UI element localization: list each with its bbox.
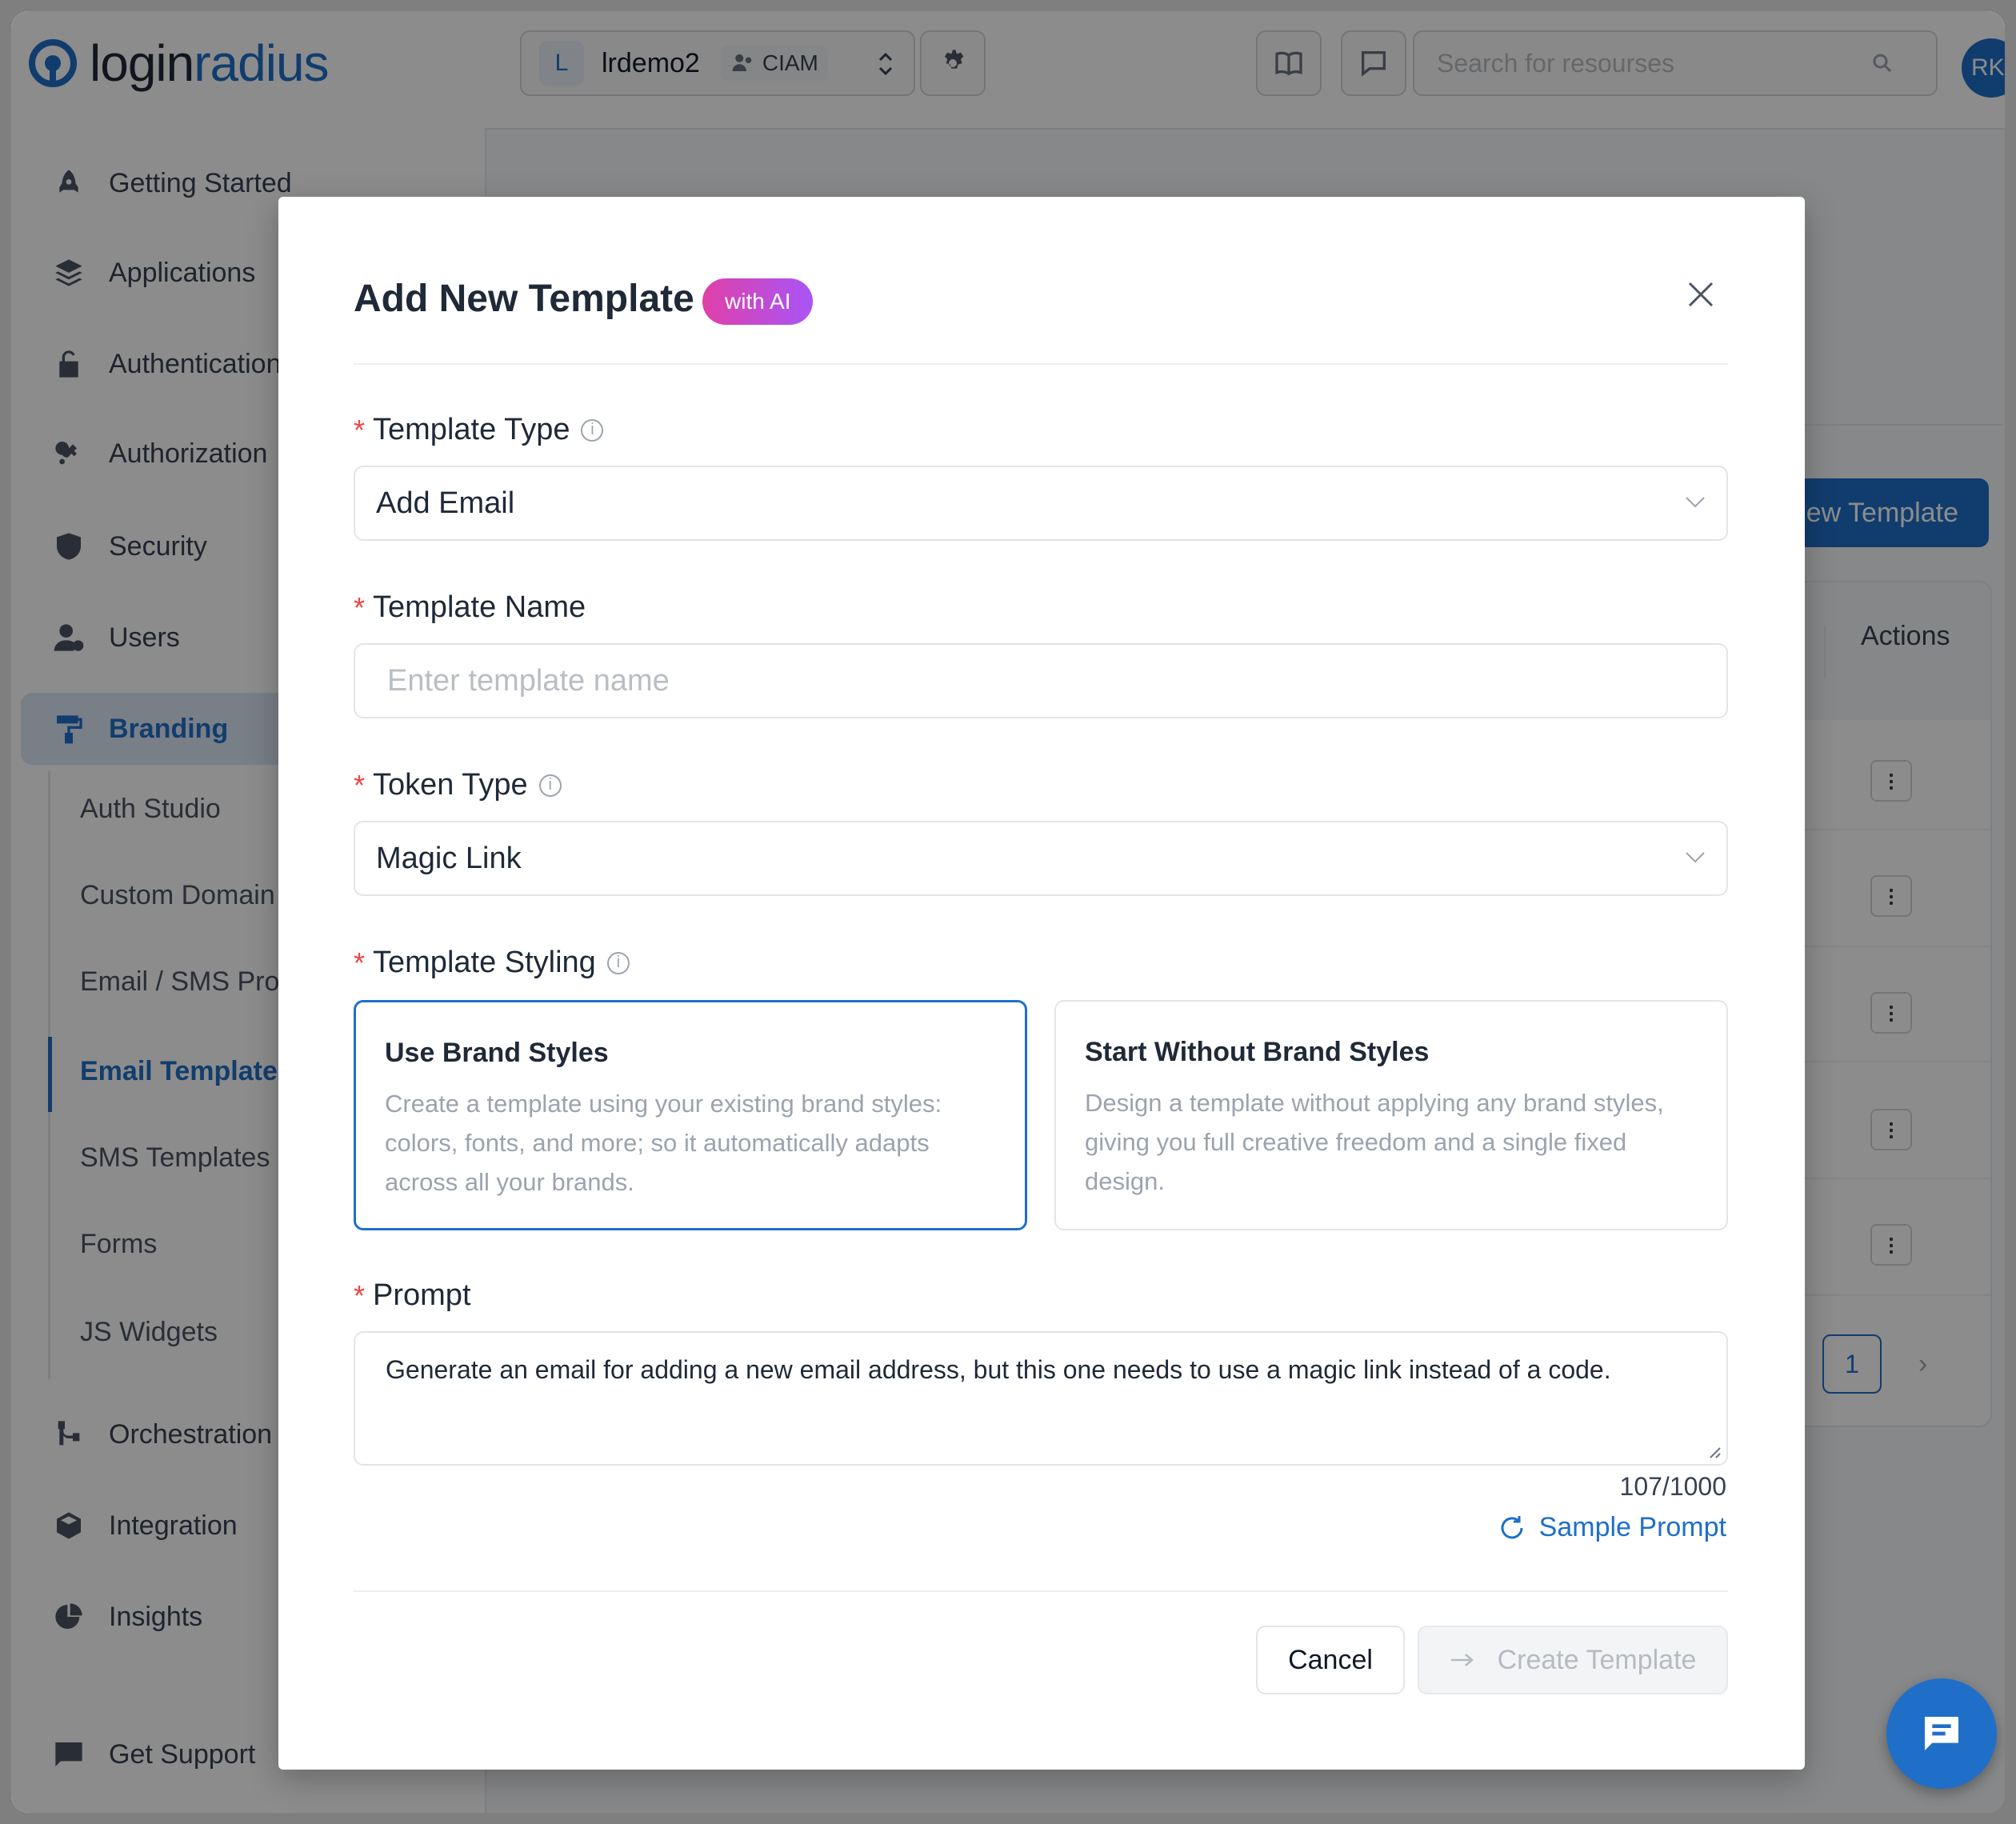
chat-button[interactable] <box>1886 1678 1997 1789</box>
prompt-label: * Prompt <box>354 1278 471 1312</box>
required-mark: * <box>354 768 366 802</box>
create-template-button[interactable]: Create Template <box>1418 1626 1728 1694</box>
template-type-select[interactable]: Add Email <box>354 466 1728 541</box>
info-icon[interactable]: i <box>538 774 562 797</box>
template-name-label: * Template Name <box>354 590 586 624</box>
resize-handle-icon[interactable] <box>1704 1442 1722 1459</box>
required-mark: * <box>354 1278 366 1312</box>
ai-badge: with AI <box>702 278 814 325</box>
close-icon <box>1688 282 1714 307</box>
chat-icon <box>1925 1717 1958 1750</box>
option-title: Use Brand Styles <box>385 1038 609 1068</box>
modal-title: Add New Template <box>354 278 694 320</box>
cancel-button[interactable]: Cancel <box>1256 1626 1405 1694</box>
info-icon[interactable]: i <box>606 951 630 974</box>
arrow-right-icon <box>1450 1654 1474 1666</box>
option-description: Create a template using your existing br… <box>385 1090 942 1196</box>
use-brand-styles-option[interactable]: Use Brand Styles Create a template using… <box>354 1000 1027 1230</box>
required-mark: * <box>354 590 366 624</box>
sample-prompt-link[interactable]: Sample Prompt <box>1498 1512 1726 1543</box>
token-type-label: * Token Type i <box>354 768 562 802</box>
prompt-textarea[interactable]: Generate an email for adding a new email… <box>354 1331 1728 1466</box>
header-divider <box>354 363 1728 365</box>
option-title: Start Without Brand Styles <box>1085 1037 1430 1067</box>
template-name-input[interactable] <box>386 662 1696 699</box>
app-window: loginradius Getting Started Applications… <box>11 11 2005 1813</box>
start-without-brand-styles-option[interactable]: Start Without Brand Styles Design a temp… <box>1054 1000 1728 1230</box>
close-button[interactable] <box>1683 277 1718 312</box>
refresh-icon <box>1501 1515 1523 1538</box>
template-type-value: Add Email <box>376 486 515 520</box>
chevron-down-icon <box>1685 851 1706 864</box>
footer-divider <box>354 1590 1728 1592</box>
info-icon[interactable]: i <box>581 418 604 442</box>
template-styling-label: * Template Styling i <box>354 946 630 980</box>
prompt-value: Generate an email for adding a new email… <box>386 1355 1611 1384</box>
chevron-down-icon <box>1685 496 1706 509</box>
template-name-field <box>354 643 1728 718</box>
template-type-label: * Template Type i <box>354 413 604 447</box>
token-type-value: Magic Link <box>376 841 522 875</box>
required-mark: * <box>354 946 366 979</box>
option-description: Design a template without applying any b… <box>1085 1089 1664 1195</box>
token-type-select[interactable]: Magic Link <box>354 821 1728 896</box>
required-mark: * <box>354 413 366 446</box>
character-counter: 107/1000 <box>1619 1472 1726 1501</box>
add-template-modal: Add New Template with AI * Template Type… <box>278 197 1805 1770</box>
